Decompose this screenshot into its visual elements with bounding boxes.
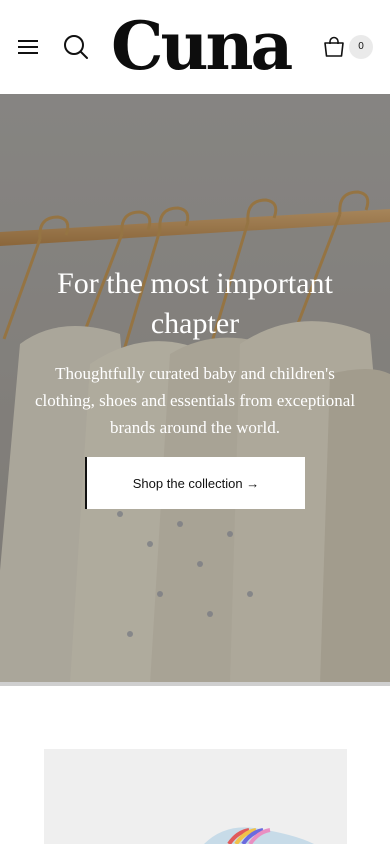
shop-collection-button[interactable]: Shop the collection → <box>85 457 305 509</box>
logo-text: Cuna <box>111 7 293 85</box>
shopping-bag-icon <box>324 36 344 57</box>
product-photo <box>44 749 347 844</box>
site-logo[interactable]: Cuna <box>111 10 293 82</box>
hamburger-menu-icon <box>18 40 38 54</box>
featured-product-image[interactable] <box>44 749 347 844</box>
hero-title: For the most important chapter <box>57 267 333 340</box>
search-button[interactable] <box>60 31 92 63</box>
site-header: Cuna 0 <box>0 0 390 94</box>
search-icon <box>64 35 88 59</box>
hero-content: For the most important chapter Thoughtfu… <box>0 94 390 682</box>
cart-count-badge[interactable]: 0 <box>349 35 373 59</box>
menu-button[interactable] <box>12 32 44 62</box>
cart-button[interactable] <box>320 33 348 61</box>
hero-subtitle: Thoughtfully curated baby and children's… <box>34 364 356 437</box>
hero-banner: For the most important chapter Thoughtfu… <box>0 94 390 682</box>
hero-divider <box>0 682 390 686</box>
